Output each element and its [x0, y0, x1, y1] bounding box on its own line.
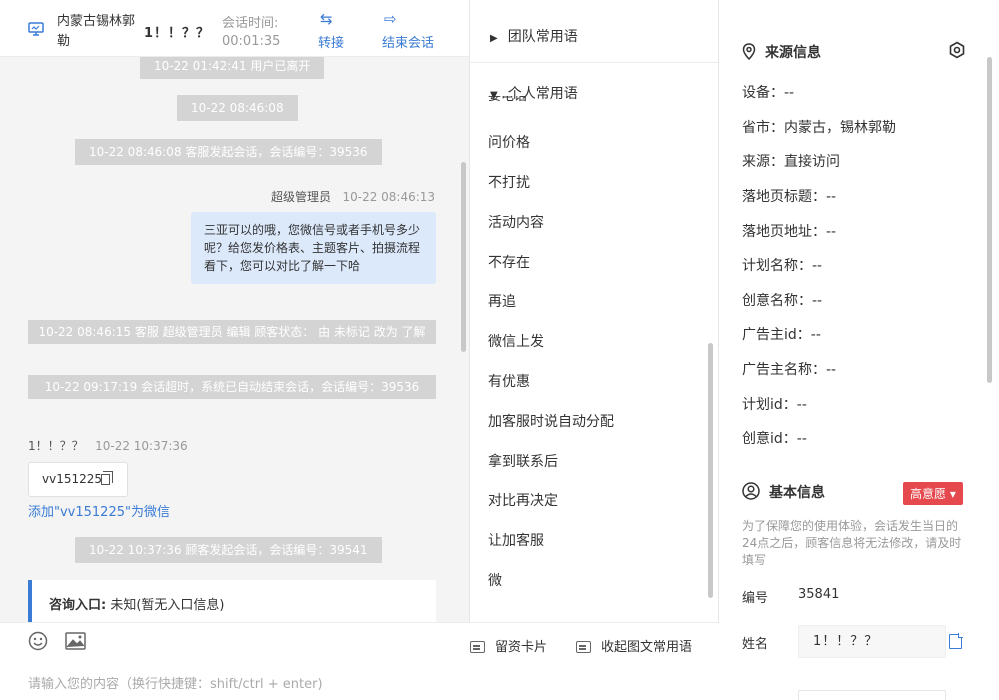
inquiry-entry-card: 咨询入口: 未知(暂无入口信息) — [28, 580, 436, 622]
system-message: 10-22 08:46:15 客服 超级管理员 编辑 顾客状态： 由 未标记 改… — [28, 320, 436, 344]
phrase-item[interactable]: 活动内容 — [488, 212, 544, 232]
agent-message-time: 10-22 08:46:13 — [342, 190, 436, 204]
name-input[interactable]: 1！！？？ — [798, 625, 946, 658]
system-message: 10-22 10:37:36 顾客发起会话，会话编号：39541 — [75, 537, 382, 563]
transfer-icon: ⇆ — [320, 10, 333, 28]
phrase-item[interactable]: 再追 — [488, 291, 516, 311]
wechat-id-text: vv151225 — [42, 472, 103, 486]
chat-messages[interactable]: 10-22 01:42:41 用户已离开 10-22 08:46:08 10-2… — [0, 57, 469, 622]
card-icon — [470, 641, 485, 653]
visitor-name: 1！！？？ — [144, 26, 211, 41]
plan-id-field: 计划id：-- — [742, 397, 807, 413]
transfer-button[interactable]: ⇆ 转接 — [318, 10, 344, 51]
caret-right-icon: ▶ — [490, 33, 498, 44]
intent-level-dropdown[interactable]: 高意愿 ▾ — [903, 482, 963, 505]
phrase-item[interactable]: 加客服时说自动分配 — [488, 411, 614, 431]
lead-card-button[interactable]: 留资卡片 — [470, 636, 547, 655]
advertiser-id-field: 广告主id：-- — [742, 327, 821, 343]
image-icon[interactable] — [65, 632, 86, 654]
exit-icon: ⇨ — [384, 10, 397, 28]
agent-name: 超级管理员 — [271, 190, 332, 204]
collapse-phrases-label: 收起图文常用语 — [601, 640, 693, 655]
system-message: 10-22 09:17:19 会话超时，系统已自动结束会话，会话编号：39536 — [28, 375, 436, 399]
chat-header: 内蒙古锡林郭勒 1！！？？ 会话时间: 00:01:35 ⇆ 转接 ⇨ 结束会话 — [0, 0, 469, 57]
copy-icon[interactable] — [101, 471, 113, 485]
end-session-button[interactable]: ⇨ 结束会话 — [382, 10, 434, 51]
creative-id-field: 创意id：-- — [742, 431, 807, 447]
phrase-item[interactable]: 让加客服 — [488, 530, 544, 550]
name-label: 姓名 — [742, 637, 769, 652]
message-icon — [576, 641, 591, 653]
phrases-scrollbar[interactable] — [708, 343, 713, 598]
phrase-item[interactable]: 有优惠 — [488, 371, 530, 391]
session-time-value: 00:01:35 — [222, 34, 281, 49]
phrase-item[interactable]: 拿到联系后 — [488, 451, 558, 471]
settings-icon[interactable] — [948, 41, 966, 63]
source-field: 来源：直接访问 — [742, 154, 840, 170]
system-message: 10-22 08:46:08 客服发起会话，会话编号：39536 — [75, 139, 382, 165]
divider — [470, 62, 718, 63]
chat-scrollbar[interactable] — [461, 162, 466, 352]
location-pin-icon — [742, 43, 756, 64]
visitor-name-label: 1！！？？ — [28, 439, 84, 453]
team-phrases-group[interactable]: ▶ 团队常用语 — [490, 26, 578, 46]
source-info-title: 来源信息 — [742, 42, 821, 64]
lead-card-label: 留资卡片 — [495, 640, 548, 655]
system-message: 10-22 01:42:41 用户已离开 — [140, 57, 325, 79]
phrase-item[interactable]: 不打扰 — [488, 172, 530, 192]
message-input-area[interactable]: 请输入您的内容（换行快捷键：shift/ctrl + enter) 留资卡片 收… — [0, 622, 720, 700]
next-field-input[interactable] — [798, 690, 946, 700]
message-input[interactable]: 请输入您的内容（换行快捷键：shift/ctrl + enter) — [28, 673, 323, 692]
end-session-label: 结束会话 — [382, 36, 435, 51]
document-icon[interactable] — [949, 633, 963, 649]
device-field: 设备：-- — [742, 85, 795, 101]
customer-info-panel: 来源信息 设备：-- 省市：内蒙古，锡林郭勒 来源：直接访问 落地页标题：-- … — [720, 0, 999, 700]
plan-name-field: 计划名称：-- — [742, 258, 823, 274]
advertiser-name-field: 广告主名称：-- — [742, 362, 837, 378]
wechat-id-message[interactable]: vv151225 — [28, 462, 128, 497]
phrase-item[interactable]: 对比再决定 — [488, 490, 558, 510]
add-wechat-link[interactable]: 添加"vv151225"为微信 — [28, 501, 170, 520]
team-phrases-label: 团队常用语 — [507, 29, 578, 45]
monitor-icon — [28, 22, 44, 40]
phrase-item[interactable]: 微 — [488, 570, 502, 590]
visitor-message-time: 10-22 10:37:36 — [95, 439, 188, 453]
landing-url-field: 落地页地址：-- — [742, 224, 837, 240]
edit-notice: 为了保障您的使用体验，会话发生当日的24点之后，顾客信息将无法修改，请及时填写 — [742, 519, 962, 567]
province-field: 省市：内蒙古，锡林郭勒 — [742, 120, 896, 136]
info-scrollbar[interactable] — [987, 57, 992, 383]
emoji-icon[interactable] — [28, 631, 48, 655]
landing-title-field: 落地页标题：-- — [742, 189, 837, 205]
id-label: 编号 — [742, 591, 769, 606]
id-value: 35841 — [798, 587, 840, 602]
time-divider: 10-22 08:46:08 — [177, 95, 298, 121]
transfer-label: 转接 — [318, 36, 345, 51]
basic-info-title: 基本信息 — [742, 482, 825, 504]
collapse-phrases-button[interactable]: 收起图文常用语 — [576, 636, 692, 655]
phrase-item[interactable]: 不存在 — [488, 252, 530, 272]
visitor-message-meta: 1！！？？ 10-22 10:37:36 — [28, 437, 188, 454]
quick-phrases-panel: ▶ 团队常用语 ▼ 个人常用语 要电话 问价格 不打扰 活动内容 不存在 再追 微信… — [469, 0, 719, 622]
creative-name-field: 创意名称：-- — [742, 293, 823, 309]
agent-message-meta: 超级管理员 10-22 08:46:13 — [271, 188, 435, 205]
agent-message-bubble: 三亚可以的哦，您微信号或者手机号多少呢？给您发价格表、主题客片、拍摄流程看下，您… — [191, 212, 436, 284]
phrase-item[interactable]: 要电话 — [488, 96, 527, 106]
visitor-location: 内蒙古锡林郭勒 — [57, 14, 136, 49]
entry-label: 咨询入口: — [49, 598, 107, 613]
session-time-label: 会话时间: — [222, 16, 279, 31]
phrase-item[interactable]: 微信上发 — [488, 331, 544, 351]
user-icon — [742, 482, 760, 504]
entry-value: 未知(暂无入口信息) — [110, 598, 225, 613]
phrase-item[interactable]: 问价格 — [488, 132, 530, 152]
